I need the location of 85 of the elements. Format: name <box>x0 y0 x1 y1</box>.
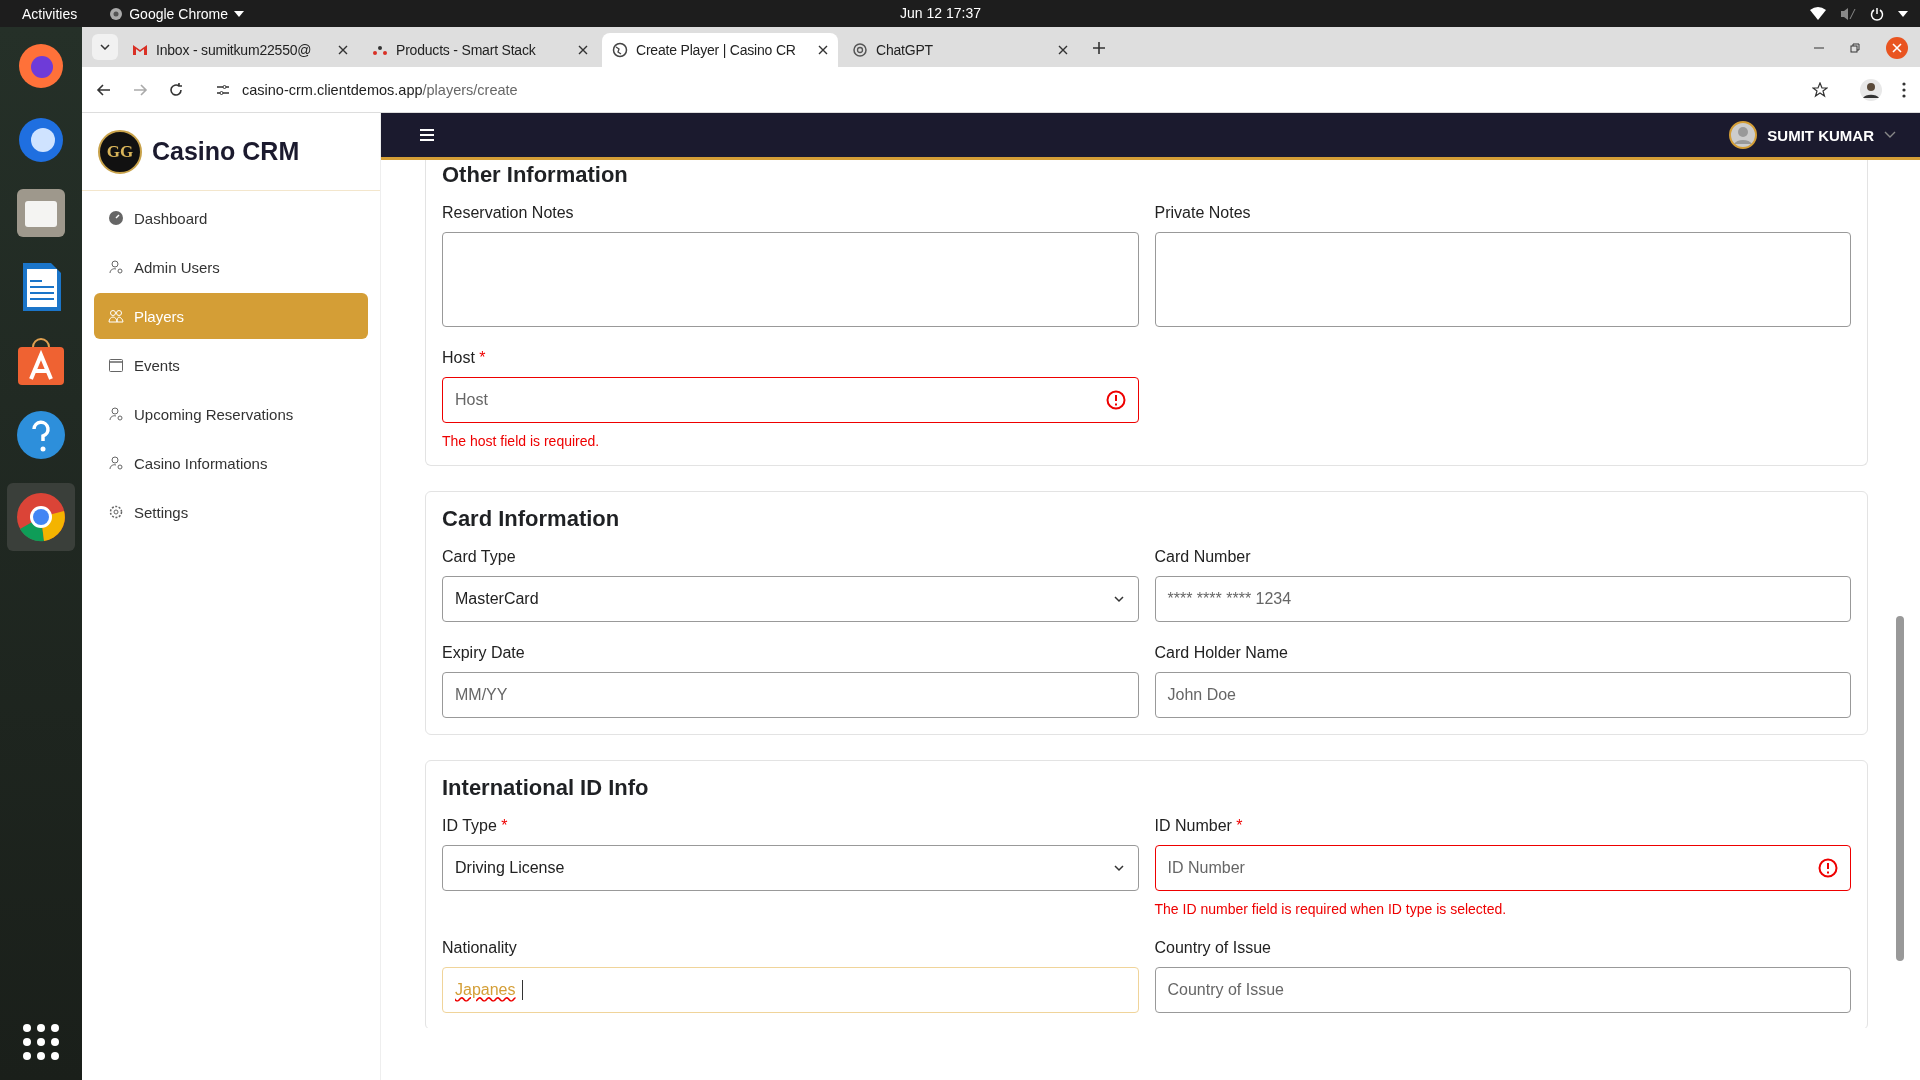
user-menu[interactable]: SUMIT KUMAR <box>1729 121 1896 149</box>
browser-tab[interactable]: ChatGPT <box>842 33 1078 67</box>
back-icon[interactable] <box>96 81 112 98</box>
field-label: Card Number <box>1154 548 1252 566</box>
field-label: Card Type <box>442 548 517 566</box>
field-label: Expiry Date <box>442 644 526 662</box>
activities-label[interactable]: Activities <box>22 5 78 22</box>
user-gear-icon <box>108 406 124 422</box>
menu-icon[interactable] <box>419 128 435 142</box>
input-field[interactable]: ID Number <box>1154 845 1851 891</box>
input-field[interactable]: John Doe <box>1154 672 1851 718</box>
globe-icon <box>612 42 628 58</box>
tab-list-button[interactable] <box>92 34 118 60</box>
reload-icon[interactable] <box>168 81 184 98</box>
user-gear-icon <box>108 259 124 275</box>
select-field[interactable]: MasterCard <box>442 576 1139 622</box>
section-title: Other Information <box>442 162 629 188</box>
text-area[interactable] <box>442 232 1139 327</box>
restore-icon[interactable] <box>1850 43 1860 53</box>
error-message: The ID number field is required when ID type is selected. <box>1154 901 1508 917</box>
caret-icon <box>234 10 245 17</box>
sidebar-item[interactable]: Settings <box>94 489 368 535</box>
field-label: ID Type * <box>442 817 509 835</box>
envelope-m-icon <box>132 42 148 58</box>
url-text: casino-crm.clientdemos.app/players/create <box>242 81 518 98</box>
sidebar-item[interactable]: Dashboard <box>94 195 368 241</box>
caret-icon[interactable] <box>1898 10 1908 17</box>
power-icon[interactable] <box>1870 6 1884 21</box>
field-label: Country of Issue <box>1154 939 1272 957</box>
input-field[interactable]: **** **** **** 1234 <box>1154 576 1851 622</box>
sliders-icon[interactable] <box>216 82 230 97</box>
input-field[interactable]: Host <box>442 377 1139 423</box>
browser-tab[interactable]: Products - Smart Stack <box>362 33 598 67</box>
error-icon <box>1818 858 1838 878</box>
apps-grid-icon[interactable] <box>21 1022 61 1062</box>
input-field[interactable]: Country of Issue <box>1154 967 1851 1013</box>
error-message: The host field is required. <box>442 433 601 449</box>
users-icon <box>108 308 124 324</box>
calendar-icon <box>108 357 124 373</box>
folder-icon[interactable] <box>15 187 67 239</box>
scrollbar-thumb[interactable] <box>1896 616 1904 961</box>
shopping-bag-icon[interactable] <box>15 335 67 387</box>
field-label: Private Notes <box>1154 204 1252 222</box>
sidebar-item[interactable]: Upcoming Reservations <box>94 391 368 437</box>
wifi-icon[interactable] <box>1810 6 1826 21</box>
field-label: Host * <box>442 349 487 367</box>
field-label: Card Holder Name <box>1154 644 1289 662</box>
star-icon[interactable] <box>1812 81 1828 98</box>
input-field[interactable]: MM/YY <box>442 672 1139 718</box>
error-icon <box>1105 390 1126 410</box>
browser-tab[interactable]: Create Player | Casino CR <box>602 33 838 67</box>
select-field[interactable]: Driving License <box>442 845 1139 891</box>
close-icon[interactable] <box>578 45 588 55</box>
chevron-down-icon <box>1884 131 1896 139</box>
ring-browser-icon[interactable] <box>7 483 75 551</box>
gauge-icon <box>108 210 124 226</box>
close-icon[interactable] <box>1058 45 1068 55</box>
close-icon <box>1892 43 1902 53</box>
field-label: Reservation Notes <box>442 204 575 222</box>
sidebar-item[interactable]: Admin Users <box>94 244 368 290</box>
help-icon[interactable] <box>15 409 67 461</box>
field-label: ID Number * <box>1154 817 1244 835</box>
app-menu[interactable]: Google Chrome <box>109 5 245 22</box>
settings-icon <box>108 504 124 520</box>
chevron-down-icon <box>100 44 110 50</box>
section-title: International ID Info <box>442 775 650 801</box>
user-gear-icon <box>108 455 124 471</box>
close-window-button[interactable] <box>1886 37 1908 59</box>
browser-tab[interactable]: Inbox - sumitkum22550@ <box>122 33 358 67</box>
new-tab-icon[interactable] <box>1092 41 1106 55</box>
app-logo-icon <box>109 6 124 21</box>
more-options-icon[interactable] <box>1902 81 1906 98</box>
close-icon[interactable] <box>338 45 348 55</box>
avatar-icon <box>1729 121 1758 149</box>
sidebar-item[interactable]: Events <box>94 342 368 388</box>
brand-logo: GG <box>98 129 142 174</box>
section-title: Card Information <box>442 506 621 532</box>
field-label: Nationality <box>442 939 518 957</box>
sidebar-item[interactable]: Casino Informations <box>94 440 368 486</box>
text-area[interactable] <box>1154 232 1851 327</box>
close-icon[interactable] <box>818 45 828 55</box>
clock[interactable]: Jun 12 17:37 <box>900 5 981 21</box>
brand-name: Casino CRM <box>152 137 300 166</box>
muted-speaker-icon[interactable] <box>1840 6 1856 21</box>
profile-avatar-icon[interactable] <box>1860 78 1882 101</box>
